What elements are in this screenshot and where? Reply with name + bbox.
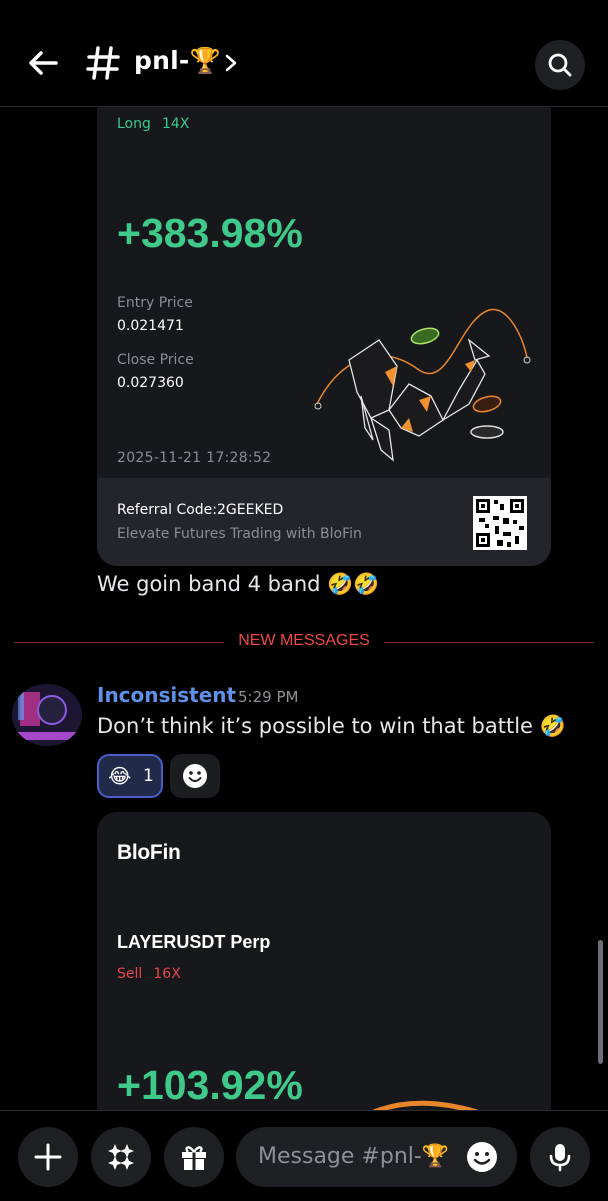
rofl-emoji: 🤣 — [539, 714, 566, 738]
whale-illustration — [314, 308, 531, 462]
apps-sparkle-icon — [108, 1144, 134, 1170]
author-name[interactable]: Inconsistent — [97, 683, 236, 707]
trophy-emoji: 🏆 — [421, 1144, 450, 1169]
scrollbar[interactable] — [598, 940, 603, 1064]
smiley-icon — [183, 764, 207, 788]
message-body: Don’t think it’s possible to win that ba… — [97, 714, 533, 738]
entry-price-value: 0.021471 — [117, 318, 184, 334]
reaction-count: 1 — [143, 766, 154, 786]
position-direction: Sell 16X — [117, 963, 181, 982]
leverage-label: 14X — [161, 116, 190, 132]
close-price-value: 0.027360 — [117, 375, 184, 391]
voice-message-button[interactable] — [530, 1127, 590, 1187]
add-attachment-button[interactable] — [18, 1127, 78, 1187]
entry-price-label: Entry Price — [117, 295, 193, 311]
message-body: We goin band 4 band — [97, 572, 321, 596]
referral-code: Referral Code:2GEEKED — [117, 502, 284, 518]
channel-title[interactable]: pnl-🏆 — [134, 46, 221, 76]
message-text: We goin band 4 band 🤣🤣 — [97, 572, 380, 597]
direction-label: Sell — [117, 966, 143, 982]
message-composer: Message #pnl-🏆 — [0, 1110, 608, 1201]
search-button[interactable] — [535, 40, 585, 90]
leverage-label: 16X — [153, 966, 181, 982]
pnl-share-card[interactable]: BloFin LAYERUSDT Perp Sell 16X +103.92% — [97, 812, 551, 1142]
trading-pair: LAYERUSDT Perp — [117, 932, 271, 952]
joy-emoji: 😂 — [108, 764, 132, 788]
gift-icon — [182, 1146, 206, 1170]
divider-line — [384, 642, 594, 643]
trade-timestamp: 2025-11-21 17:28:52 — [117, 450, 272, 466]
chevron-right-icon[interactable] — [222, 52, 240, 74]
referral-footer: Referral Code:2GEEKED Elevate Futures Tr… — [97, 478, 551, 566]
search-icon — [548, 53, 572, 77]
channel-header: pnl-🏆 — [0, 0, 608, 107]
blofin-logo: BloFin — [117, 841, 181, 864]
placeholder-text: Message #pnl- — [258, 1144, 422, 1169]
message-input[interactable]: Message #pnl-🏆 — [236, 1127, 517, 1187]
pnl-share-card[interactable]: Long 14X +383.98% Entry Price 0.021471 C… — [97, 86, 551, 566]
plus-icon — [34, 1143, 62, 1171]
pnl-percentage: +383.98% — [117, 210, 303, 256]
message-text: Don’t think it’s possible to win that ba… — [97, 714, 566, 739]
divider-line — [14, 642, 224, 643]
qr-code-icon — [473, 496, 527, 550]
channel-name: pnl- — [134, 46, 190, 75]
message-placeholder: Message #pnl-🏆 — [258, 1144, 449, 1169]
rofl-emoji: 🤣🤣 — [327, 572, 380, 596]
new-messages-divider: NEW MESSAGES — [238, 632, 370, 649]
reaction-chip[interactable]: 😂 1 — [97, 754, 163, 798]
apps-button[interactable] — [91, 1127, 151, 1187]
gift-button[interactable] — [164, 1127, 224, 1187]
back-arrow-icon[interactable] — [26, 46, 60, 80]
emoji-picker-icon[interactable] — [466, 1141, 498, 1173]
microphone-icon — [549, 1144, 571, 1172]
position-direction: Long 14X — [117, 113, 189, 132]
message-timestamp: 5:29 PM — [238, 688, 299, 706]
referral-tagline: Elevate Futures Trading with BloFin — [117, 526, 362, 542]
avatar[interactable] — [12, 684, 82, 746]
trophy-emoji: 🏆 — [189, 46, 221, 75]
add-reaction-button[interactable] — [170, 754, 220, 798]
close-price-label: Close Price — [117, 352, 194, 368]
pnl-percentage: +103.92% — [117, 1062, 303, 1108]
direction-label: Long — [117, 116, 151, 132]
hash-channel-icon — [86, 44, 120, 82]
